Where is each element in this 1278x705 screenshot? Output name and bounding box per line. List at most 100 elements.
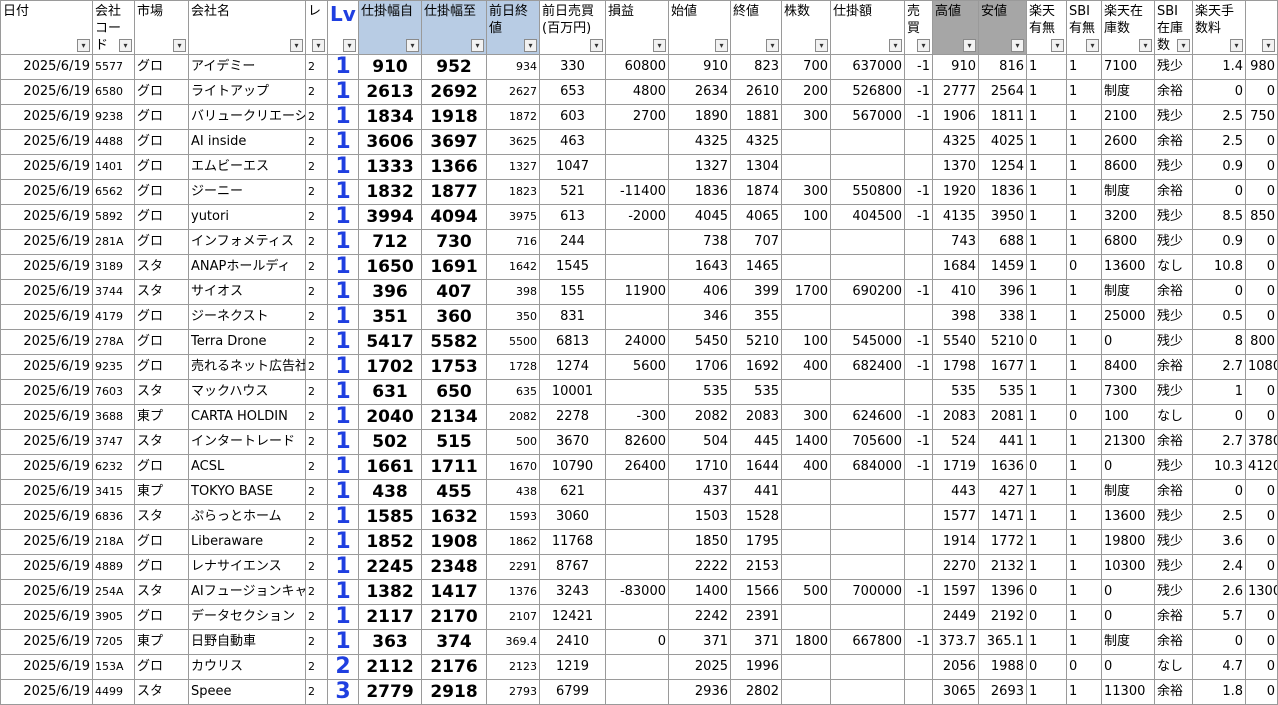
table-cell[interactable]: 1 — [327, 204, 359, 230]
table-cell[interactable]: 2700 — [605, 104, 669, 130]
table-cell[interactable]: 1 — [327, 354, 359, 380]
table-cell[interactable]: 2025/6/19 — [0, 229, 93, 255]
table-cell[interactable]: 1644 — [730, 454, 782, 480]
table-cell[interactable] — [830, 604, 905, 630]
table-cell[interactable]: 8.5 — [1192, 204, 1246, 230]
table-cell[interactable]: 2 — [305, 154, 328, 180]
table-cell[interactable]: 1 — [1026, 504, 1067, 530]
table-cell[interactable]: 2 — [305, 429, 328, 455]
table-cell[interactable]: 360 — [421, 304, 487, 330]
table-cell[interactable]: 700000 — [830, 579, 905, 605]
table-cell[interactable]: 0 — [1245, 654, 1278, 680]
table-cell[interactable] — [605, 129, 669, 155]
table-cell[interactable]: 5582 — [421, 329, 487, 355]
table-cell[interactable]: 4045 — [668, 204, 731, 230]
table-cell[interactable]: 6836 — [92, 504, 135, 530]
table-cell[interactable]: 1327 — [668, 154, 731, 180]
table-cell[interactable]: 399 — [730, 279, 782, 305]
table-cell[interactable]: 1700 — [781, 279, 831, 305]
table-cell[interactable]: 816 — [978, 54, 1027, 80]
table-cell[interactable]: 0 — [1245, 404, 1278, 430]
table-cell[interactable]: 0.5 — [1192, 304, 1246, 330]
table-cell[interactable]: 1 — [327, 129, 359, 155]
table-cell[interactable]: 4889 — [92, 554, 135, 580]
table-cell[interactable]: 2600 — [1101, 129, 1155, 155]
table-cell[interactable]: 1906 — [932, 104, 979, 130]
table-cell[interactable]: 1 — [1066, 504, 1102, 530]
table-cell[interactable]: スタ — [134, 379, 189, 405]
table-cell[interactable]: Speee — [188, 679, 306, 705]
table-cell[interactable]: 2153 — [730, 554, 782, 580]
table-cell[interactable]: 3065 — [932, 679, 979, 705]
table-cell[interactable] — [605, 154, 669, 180]
table-cell[interactable]: 624600 — [830, 404, 905, 430]
table-cell[interactable] — [605, 504, 669, 530]
table-cell[interactable]: 1 — [1066, 104, 1102, 130]
table-cell[interactable]: 1650 — [358, 254, 422, 280]
table-cell[interactable]: 4120 — [1245, 454, 1278, 480]
table-cell[interactable]: 0 — [1026, 454, 1067, 480]
table-cell[interactable]: グロ — [134, 79, 189, 105]
table-cell[interactable]: 850 — [1245, 204, 1278, 230]
table-cell[interactable] — [904, 654, 933, 680]
table-cell[interactable]: グロ — [134, 554, 189, 580]
table-cell[interactable]: 2 — [305, 479, 328, 505]
filter-dropdown-icon[interactable]: ▾ — [119, 39, 132, 52]
table-cell[interactable] — [904, 679, 933, 705]
table-cell[interactable] — [830, 379, 905, 405]
table-cell[interactable]: 3905 — [92, 604, 135, 630]
table-cell[interactable]: 2 — [305, 454, 328, 480]
table-cell[interactable]: 2.7 — [1192, 429, 1246, 455]
table-cell[interactable]: 567000 — [830, 104, 905, 130]
table-cell[interactable]: 1 — [1026, 404, 1067, 430]
table-cell[interactable]: 300 — [781, 104, 831, 130]
table-cell[interactable]: 2117 — [358, 604, 422, 630]
column-header[interactable]: レ ▾ — [305, 0, 328, 55]
table-cell[interactable]: 2.5 — [1192, 504, 1246, 530]
table-cell[interactable]: 2 — [305, 304, 328, 330]
table-cell[interactable]: 残少 — [1154, 304, 1193, 330]
table-cell[interactable]: グロ — [134, 204, 189, 230]
table-cell[interactable]: 653 — [539, 79, 606, 105]
table-cell[interactable]: 1 — [327, 629, 359, 655]
table-cell[interactable] — [830, 504, 905, 530]
table-cell[interactable]: 6800 — [1101, 229, 1155, 255]
table-cell[interactable]: 441 — [978, 429, 1027, 455]
filter-dropdown-icon[interactable]: ▾ — [1177, 39, 1190, 52]
table-cell[interactable]: 1376 — [486, 579, 540, 605]
table-cell[interactable]: 1691 — [421, 254, 487, 280]
table-cell[interactable]: 1914 — [932, 529, 979, 555]
table-cell[interactable]: 743 — [932, 229, 979, 255]
table-cell[interactable]: 10790 — [539, 454, 606, 480]
table-cell[interactable] — [904, 604, 933, 630]
table-cell[interactable]: 2025/6/19 — [0, 404, 93, 430]
table-cell[interactable]: 2025/6/19 — [0, 179, 93, 205]
table-cell[interactable]: 1881 — [730, 104, 782, 130]
table-cell[interactable]: 2 — [305, 54, 328, 80]
table-cell[interactable]: 残少 — [1154, 104, 1193, 130]
table-cell[interactable]: 3243 — [539, 579, 606, 605]
table-cell[interactable]: 1 — [327, 529, 359, 555]
table-cell[interactable]: 3 — [327, 679, 359, 705]
table-cell[interactable]: 410 — [932, 279, 979, 305]
column-header[interactable]: 会社名 ▾ — [188, 0, 306, 55]
table-cell[interactable]: なし — [1154, 254, 1193, 280]
table-cell[interactable]: 0 — [1245, 629, 1278, 655]
table-cell[interactable]: 2 — [305, 629, 328, 655]
table-cell[interactable]: -1 — [904, 54, 933, 80]
table-cell[interactable]: 2025/6/19 — [0, 379, 93, 405]
table-cell[interactable]: 1 — [1066, 529, 1102, 555]
table-cell[interactable]: グロ — [134, 529, 189, 555]
table-cell[interactable]: 2 — [305, 679, 328, 705]
table-cell[interactable]: 0 — [1026, 604, 1067, 630]
table-cell[interactable]: 10300 — [1101, 554, 1155, 580]
table-cell[interactable]: 463 — [539, 129, 606, 155]
table-cell[interactable]: 残少 — [1154, 329, 1193, 355]
table-cell[interactable]: 1677 — [978, 354, 1027, 380]
table-cell[interactable] — [605, 379, 669, 405]
table-cell[interactable]: 残少 — [1154, 579, 1193, 605]
table-cell[interactable]: 4135 — [932, 204, 979, 230]
table-cell[interactable]: 1300 — [1245, 579, 1278, 605]
table-cell[interactable]: 526800 — [830, 79, 905, 105]
table-cell[interactable]: 0 — [1066, 254, 1102, 280]
